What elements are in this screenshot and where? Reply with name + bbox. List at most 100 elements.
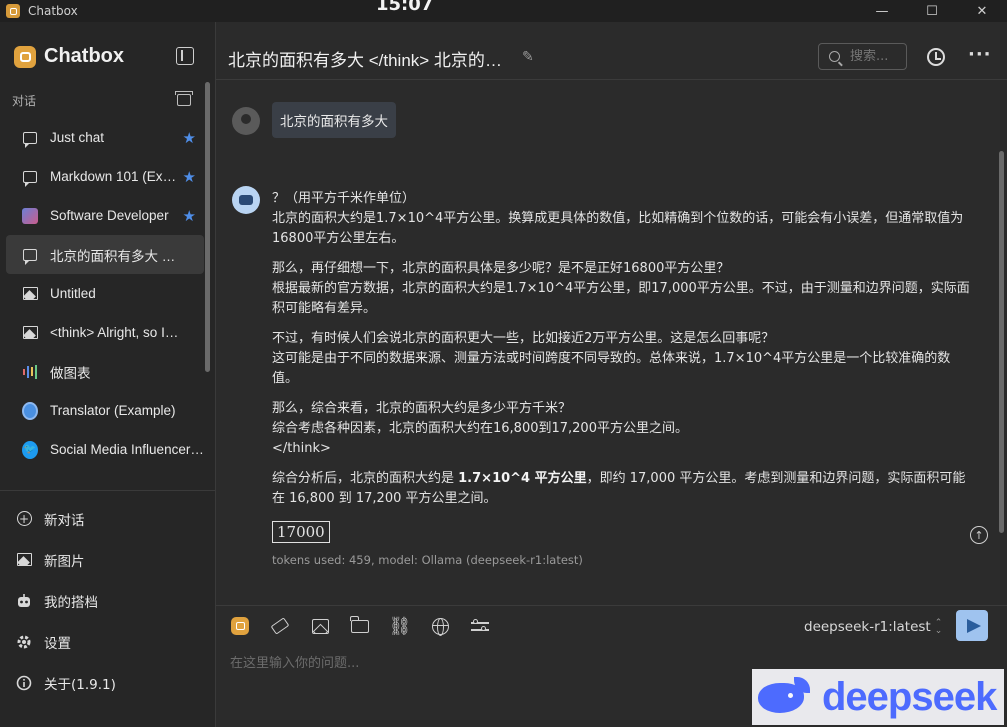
maximize-button[interactable]: ☐	[907, 0, 957, 22]
settings-sliders-icon[interactable]	[470, 616, 490, 636]
chat-title: 北京的面积有多大 </think> 北京的面积	[228, 51, 513, 70]
chat-header: 北京的面积有多大 </think> 北京的面积 ✎ ···	[216, 22, 1007, 80]
conversation-label: Software Developer	[50, 208, 169, 223]
watermark-text: deepseek	[822, 674, 997, 719]
user-message: 北京的面积有多大	[272, 102, 396, 138]
new-image-button[interactable]: 新图片	[0, 539, 215, 580]
assistant-message: ？（用平方千米作单位） 北京的面积大约是1.7×10^4平方公里。换算成更具体的…	[272, 189, 972, 570]
conversation-item[interactable]: <think> Alright, so I need to	[6, 313, 204, 352]
chat-bubble-icon	[22, 130, 38, 148]
search-box[interactable]	[818, 43, 907, 70]
message-paragraph: 这可能是由于不同的数据来源、测量方法或时间跨度不同导致的。总体来说，1.7×10…	[272, 351, 951, 386]
conversation-item[interactable]: Markdown 101 (Example) ★	[6, 157, 204, 196]
folder-icon[interactable]	[350, 615, 370, 636]
conversation-item[interactable]: 🐦 Social Media Influencer (Example)	[6, 430, 204, 469]
model-select[interactable]: deepseek-r1:latest ⌃ ⌄	[804, 618, 943, 636]
menu-label: 设置	[44, 635, 71, 652]
chat-bubble-icon	[22, 169, 38, 187]
user-avatar	[232, 107, 260, 135]
conversation-label: <think> Alright, so I need to	[50, 325, 180, 340]
eraser-icon[interactable]	[270, 616, 290, 636]
search-icon	[829, 51, 840, 62]
chevron-updown-icon: ⌃ ⌄	[934, 618, 943, 636]
send-button[interactable]	[956, 610, 988, 641]
conversation-item[interactable]: Just chat ★	[6, 118, 204, 157]
menu-label: 我的搭档	[44, 594, 98, 611]
sidebar-scrollbar[interactable]	[205, 82, 211, 382]
info-icon	[16, 675, 32, 691]
message-line: 不过，有时候人们会说北京的面积更大一些，比如接近2万平方公里。这是怎么回事呢？	[272, 331, 775, 346]
message-line: </think>	[272, 441, 331, 456]
conversation-item[interactable]: Translator (Example)	[6, 391, 204, 430]
search-input[interactable]	[850, 49, 905, 64]
conversation-item[interactable]: 做图表	[6, 352, 204, 391]
star-icon[interactable]: ★	[183, 207, 196, 225]
input-toolbar: ⛓	[230, 615, 510, 637]
chart-avatar-icon	[22, 364, 38, 380]
brand-name: Chatbox	[44, 45, 124, 67]
conversation-item[interactable]: Untitled	[6, 274, 204, 313]
sidebar-menu: + 新对话 新图片 我的搭档 设置 关于(1.9.1)	[0, 498, 215, 703]
star-icon[interactable]: ★	[183, 129, 196, 147]
minimize-button[interactable]: —	[857, 0, 907, 22]
conversation-item-active[interactable]: 北京的面积有多大 </think> 北京的面积	[6, 235, 204, 274]
brand: Chatbox	[14, 45, 124, 68]
new-chat-button[interactable]: + 新对话	[0, 498, 215, 539]
pencil-icon[interactable]: ✎	[522, 49, 534, 65]
bold-text: 1.7×10^4 平方公里	[458, 471, 587, 486]
messages-scrollbar[interactable]	[999, 151, 1004, 533]
close-button[interactable]: ✕	[957, 0, 1007, 22]
bot-avatar	[232, 186, 260, 214]
add-image-icon	[16, 552, 32, 568]
image-icon	[22, 325, 38, 341]
star-icon[interactable]: ★	[183, 168, 196, 186]
plus-circle-icon: +	[16, 511, 32, 527]
conversation-label: Markdown 101 (Example)	[50, 169, 180, 184]
sidebar: Chatbox 对话 Just chat ★ Markdown 101 (Exa…	[0, 22, 216, 727]
conversation-label: Translator (Example)	[50, 403, 176, 418]
message-list: 北京的面积有多大 ？（用平方千米作单位） 北京的面积大约是1.7×10^4平方公…	[216, 81, 1007, 605]
my-partners-button[interactable]: 我的搭档	[0, 580, 215, 621]
image-upload-icon[interactable]	[310, 616, 330, 636]
app-icon	[6, 4, 20, 18]
robot-icon	[16, 593, 32, 609]
translator-avatar-icon	[22, 401, 38, 420]
link-icon[interactable]: ⛓	[389, 616, 412, 637]
deepseek-watermark: deepseek	[752, 669, 1004, 725]
menu-label: 关于(1.9.1)	[44, 676, 116, 693]
gear-icon	[16, 634, 32, 650]
conversation-label: Social Media Influencer (Example)	[50, 442, 204, 457]
menu-label: 新对话	[44, 512, 85, 529]
message-line: 那么，再仔细想一下，北京的面积具体是多少呢？是不是正好16800平方公里？	[272, 261, 730, 276]
conversations-section-label: 对话	[12, 94, 37, 108]
archive-icon[interactable]	[175, 91, 193, 106]
twitter-avatar-icon: 🐦	[22, 440, 38, 459]
message-line: ？（用平方千米作单位）	[272, 191, 416, 206]
chatbox-logo-icon	[14, 45, 36, 68]
message-paragraph: 综合分析后，北京的面积大约是 1.7×10^4 平方公里，即约 17,000 平…	[272, 469, 972, 509]
globe-icon[interactable]	[430, 616, 450, 636]
model-name: deepseek-r1:latest	[804, 619, 931, 635]
conversation-label: 做图表	[50, 365, 91, 381]
window-controls: — ☐ ✕	[857, 0, 1007, 22]
conversation-label: Untitled	[50, 286, 96, 301]
boxed-answer: 17000	[272, 521, 330, 543]
collapse-sidebar-icon[interactable]	[176, 47, 194, 65]
text-span: 综合分析后，北京的面积大约是	[272, 471, 459, 486]
history-icon[interactable]	[927, 48, 945, 66]
scroll-up-icon[interactable]: ↑	[970, 526, 988, 544]
message-input[interactable]	[230, 651, 790, 675]
message-line: 综合考虑各种因素，北京的面积大约在16,800到17,200平方公里之间。	[272, 421, 688, 436]
message-paragraph: 根据最新的官方数据，北京的面积大约是1.7×10^4平方公里，即17,000平方…	[272, 281, 970, 316]
chat-bubble-icon	[22, 247, 38, 265]
conversation-list: Just chat ★ Markdown 101 (Example) ★ Sof…	[0, 118, 206, 490]
menu-label: 新图片	[44, 553, 85, 570]
deepseek-whale-logo	[756, 677, 814, 717]
conversation-label: 北京的面积有多大 </think> 北京的面积	[50, 248, 180, 264]
settings-button[interactable]: 设置	[0, 621, 215, 662]
conversation-item[interactable]: Software Developer ★	[6, 196, 204, 235]
about-button[interactable]: 关于(1.9.1)	[0, 662, 215, 703]
chatbox-logo-icon[interactable]	[230, 616, 250, 636]
more-options-icon[interactable]: ···	[968, 44, 992, 65]
window-titlebar: Chatbox 15:07 — ☐ ✕	[0, 0, 1007, 22]
